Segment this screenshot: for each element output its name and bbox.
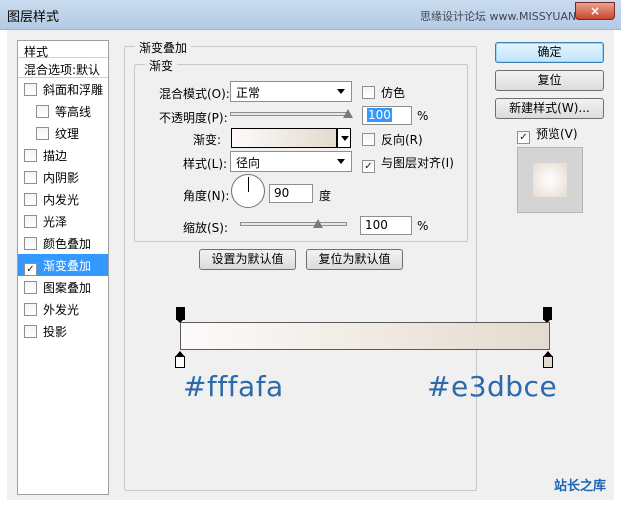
- opacity-value: 100: [367, 108, 392, 122]
- style-list-label: 渐变叠加: [43, 259, 92, 273]
- dither-checkbox[interactable]: 仿色: [362, 84, 405, 101]
- style-list-item[interactable]: 图案叠加: [18, 276, 108, 298]
- style-checkbox[interactable]: [36, 127, 49, 140]
- style-list-label: 内阴影: [43, 171, 80, 185]
- gradient-label: 渐变:: [193, 133, 222, 147]
- gradient-bar: [180, 322, 550, 350]
- style-checkbox[interactable]: [24, 193, 37, 206]
- opacity-stop-right[interactable]: [543, 307, 552, 323]
- style-checkbox[interactable]: ✓: [24, 263, 37, 276]
- align-checkbox[interactable]: ✓ 与图层对齐(I): [362, 154, 454, 173]
- right-hex-label: #e3dbce: [427, 370, 558, 403]
- style-checkbox[interactable]: [24, 237, 37, 250]
- gradient-dropdown[interactable]: [337, 128, 351, 148]
- style-label: 样式(L):: [183, 157, 228, 171]
- style-list-label: 描边: [43, 149, 68, 163]
- opacity-input[interactable]: 100: [362, 106, 412, 125]
- title-bar: 图层样式 思缘设计论坛 www.MISSYUAN.COM ×: [0, 0, 621, 30]
- group-title: 渐变叠加: [135, 39, 192, 56]
- style-checkbox[interactable]: [24, 325, 37, 338]
- style-checkbox[interactable]: [24, 83, 37, 96]
- opacity-label: 不透明度(P):: [159, 111, 228, 125]
- gradient-swatch[interactable]: [231, 128, 337, 148]
- blend-options-item[interactable]: 混合选项:默认: [18, 58, 108, 78]
- preview-label: 预览(V): [536, 127, 578, 141]
- blend-mode-select[interactable]: 正常: [230, 81, 352, 102]
- preview-checkbox[interactable]: ✓ 预览(V): [517, 125, 578, 144]
- blend-mode-value: 正常: [236, 86, 261, 100]
- scale-value: 100: [365, 218, 388, 232]
- style-checkbox[interactable]: [24, 171, 37, 184]
- style-list-label: 等高线: [55, 105, 92, 119]
- preview-thumbnail: [517, 147, 583, 213]
- new-style-button[interactable]: 新建样式(W)...: [495, 98, 604, 119]
- style-list-item[interactable]: 等高线: [18, 100, 108, 122]
- dither-label: 仿色: [381, 86, 406, 100]
- align-label: 与图层对齐(I): [381, 156, 454, 170]
- style-list-label: 图案叠加: [43, 281, 92, 295]
- style-list-item[interactable]: 内阴影: [18, 166, 108, 188]
- angle-input[interactable]: 90: [269, 184, 313, 203]
- scale-label: 缩放(S):: [183, 221, 229, 235]
- style-list-label: 斜面和浮雕: [43, 83, 104, 97]
- style-list-item[interactable]: 描边: [18, 144, 108, 166]
- style-select[interactable]: 径向: [230, 151, 352, 172]
- window-title: 图层样式: [7, 10, 60, 25]
- style-list-item[interactable]: 光泽: [18, 210, 108, 232]
- color-stop-right[interactable]: [543, 351, 553, 368]
- style-list-item[interactable]: 颜色叠加: [18, 232, 108, 254]
- scale-slider-thumb[interactable]: [313, 219, 324, 228]
- dither-check-box[interactable]: [362, 86, 375, 99]
- scale-slider-track[interactable]: [240, 222, 347, 226]
- style-list-label: 内发光: [43, 193, 80, 207]
- reverse-checkbox[interactable]: 反向(R): [362, 131, 423, 148]
- scale-input[interactable]: 100: [360, 216, 412, 235]
- align-check-box[interactable]: ✓: [362, 160, 375, 173]
- style-list-item[interactable]: ✓ 渐变叠加: [18, 254, 108, 276]
- preview-swatch: [533, 163, 567, 197]
- style-checkbox[interactable]: [36, 105, 49, 118]
- opacity-percent: %: [417, 109, 429, 123]
- close-button[interactable]: ×: [575, 2, 615, 20]
- opacity-slider-track[interactable]: [230, 112, 348, 116]
- reset-default-button[interactable]: 复位为默认值: [306, 249, 403, 270]
- opacity-slider-thumb[interactable]: [343, 109, 353, 118]
- preview-check-box[interactable]: ✓: [517, 131, 530, 144]
- reverse-label: 反向(R): [381, 133, 423, 147]
- angle-label: 角度(N):: [183, 189, 230, 203]
- style-list-label: 外发光: [43, 303, 80, 317]
- ok-button[interactable]: 确定: [495, 42, 604, 63]
- color-stop-left[interactable]: [175, 351, 185, 368]
- style-value: 径向: [236, 156, 261, 170]
- watermark-logo: 站长之库: [553, 479, 606, 494]
- subgroup-title: 渐变: [145, 57, 178, 74]
- blend-mode-label: 混合模式(O):: [159, 87, 230, 101]
- style-list-label: 颜色叠加: [43, 237, 92, 251]
- angle-degree: 度: [319, 189, 332, 203]
- reset-button[interactable]: 复位: [495, 70, 604, 91]
- style-list-label: 纹理: [55, 127, 80, 141]
- reverse-check-box[interactable]: [362, 133, 375, 146]
- style-checkbox[interactable]: [24, 303, 37, 316]
- style-list-header[interactable]: 样式: [18, 41, 108, 59]
- scale-percent: %: [417, 219, 429, 233]
- left-hex-label: #fffafa: [183, 370, 284, 403]
- style-list-item[interactable]: 纹理: [18, 122, 108, 144]
- style-list-label: 投影: [43, 325, 68, 339]
- style-checkbox[interactable]: [24, 149, 37, 162]
- style-list: 样式 混合选项:默认 斜面和浮雕等高线纹理描边内阴影内发光光泽颜色叠加 ✓ 渐变叠加…: [17, 40, 109, 495]
- style-checkbox[interactable]: [24, 215, 37, 228]
- dialog-client: 样式 混合选项:默认 斜面和浮雕等高线纹理描边内阴影内发光光泽颜色叠加 ✓ 渐变叠加…: [7, 30, 614, 500]
- style-list-label: 光泽: [43, 215, 68, 229]
- opacity-stop-left[interactable]: [176, 307, 185, 323]
- make-default-button[interactable]: 设置为默认值: [199, 249, 296, 270]
- angle-dial[interactable]: [231, 174, 265, 208]
- angle-value: 90: [274, 186, 290, 200]
- style-list-item[interactable]: 斜面和浮雕: [18, 78, 108, 100]
- style-list-item[interactable]: 内发光: [18, 188, 108, 210]
- style-list-item[interactable]: 投影: [18, 320, 108, 342]
- style-list-item[interactable]: 外发光: [18, 298, 108, 320]
- style-checkbox[interactable]: [24, 281, 37, 294]
